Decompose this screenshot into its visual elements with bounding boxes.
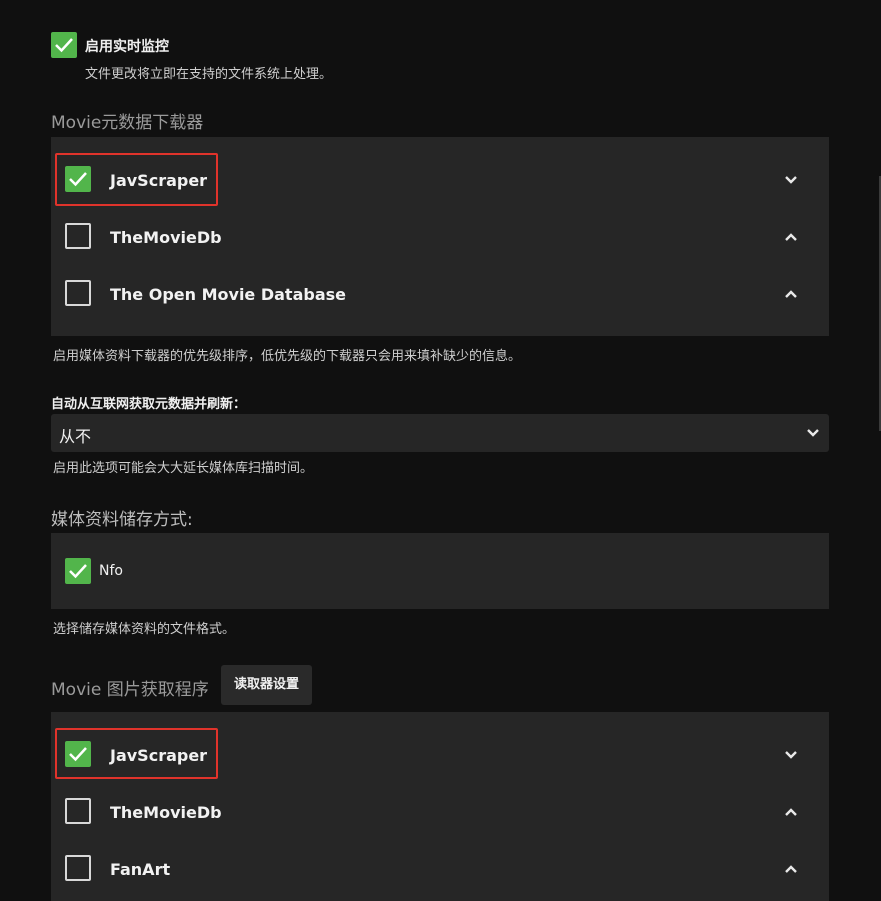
realtime-monitor-hint: 文件更改将立即在支持的文件系统上处理。 [85, 67, 333, 82]
chevron-down-icon [807, 429, 819, 437]
auto-refresh-hint: 启用此选项可能会大大延长媒体库扫描时间。 [53, 461, 314, 476]
highlight-box [55, 728, 218, 779]
image-fetchers-title: Movie 图片获取程序 [51, 680, 209, 700]
chevron-up-icon[interactable] [784, 864, 798, 874]
metadata-downloaders-hint: 启用媒体资料下载器的优先级排序，低优先级的下载器只会用来填补缺少的信息。 [53, 349, 522, 364]
fetcher-settings-button[interactable]: 读取器设置 [221, 665, 312, 705]
fetcher-label-themoviedb: TheMovieDb [110, 803, 222, 822]
highlight-box [55, 153, 218, 206]
saver-checkbox-nfo[interactable] [65, 558, 91, 584]
fetcher-checkbox-themoviedb[interactable] [65, 798, 91, 824]
library-settings-page: 启用实时监控 文件更改将立即在支持的文件系统上处理。 Movie元数据下载器 J… [0, 0, 881, 901]
metadata-savers-hint: 选择储存媒体资料的文件格式。 [53, 622, 236, 637]
auto-refresh-select[interactable]: 从不 [51, 414, 829, 452]
chevron-down-icon[interactable] [784, 750, 798, 760]
metadata-savers-title: 媒体资料储存方式: [51, 510, 193, 530]
downloader-label-omdb: The Open Movie Database [110, 285, 346, 304]
downloader-label-themoviedb: TheMovieDb [110, 228, 222, 247]
metadata-downloaders-title: Movie元数据下载器 [51, 113, 204, 133]
auto-refresh-label: 自动从互联网获取元数据并刷新： [51, 397, 247, 412]
checkmark-icon [69, 564, 87, 579]
metadata-savers-list: Nfo [51, 533, 829, 609]
chevron-up-icon[interactable] [784, 807, 798, 817]
downloader-checkbox-omdb[interactable] [65, 280, 91, 306]
realtime-monitor-checkbox[interactable] [51, 32, 77, 58]
chevron-down-icon[interactable] [784, 175, 798, 185]
saver-label-nfo: Nfo [99, 563, 123, 579]
realtime-monitor-label: 启用实时监控 [85, 39, 169, 55]
fetcher-checkbox-fanart[interactable] [65, 855, 91, 881]
chevron-up-icon[interactable] [784, 289, 798, 299]
checkmark-icon [55, 38, 73, 53]
auto-refresh-selected-value: 从不 [59, 427, 92, 446]
chevron-up-icon[interactable] [784, 232, 798, 242]
fetcher-label-fanart: FanArt [110, 860, 171, 879]
downloader-checkbox-themoviedb[interactable] [65, 223, 91, 249]
